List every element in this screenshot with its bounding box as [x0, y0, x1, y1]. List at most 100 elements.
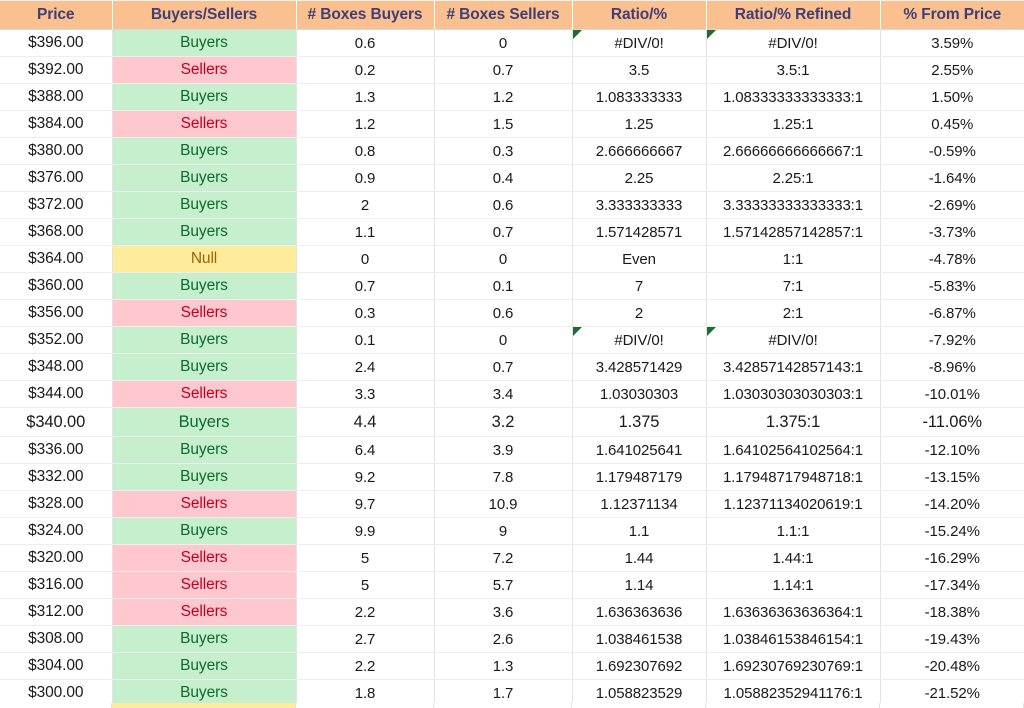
cell-ratio_refined[interactable]: 1.25:1 [706, 110, 881, 138]
cell-price[interactable]: $308.00 [0, 625, 113, 653]
cell-pct_from[interactable]: -7.92% [880, 326, 1024, 354]
cell-price[interactable]: $348.00 [0, 353, 113, 381]
cell-signal[interactable]: Null [112, 245, 297, 273]
table-row[interactable]: $328.00 Sellers 9.7 10.9 1.12371134 1.1237113… [0, 490, 1024, 518]
cell-pct_from[interactable]: -17.34% [880, 571, 1024, 599]
cell-price[interactable]: $328.00 [0, 490, 113, 518]
cell-boxes_sellers[interactable]: 0.6 [434, 191, 573, 219]
table-row[interactable]: $332.00 Buyers 9.2 7.8 1.179487179 1.17948717… [0, 463, 1024, 491]
cell-signal[interactable]: Sellers [112, 571, 297, 599]
cell-ratio[interactable]: 1.44 [572, 544, 707, 572]
cell-ratio[interactable]: 3.5 [572, 56, 707, 84]
table-row[interactable]: $336.00 Buyers 6.4 3.9 1.641025641 1.64102564… [0, 436, 1024, 464]
table-row[interactable]: $308.00 Buyers 2.7 2.6 1.038461538 1.03846153… [0, 625, 1024, 653]
cell-ratio[interactable]: 1.038461538 [572, 625, 707, 653]
cell-pct_from[interactable]: -5.83% [880, 272, 1024, 300]
cell-ratio_refined[interactable]: 2.66666666666667:1 [706, 137, 881, 165]
cell-boxes_sellers[interactable]: 3.6 [434, 598, 573, 626]
cell-signal[interactable]: Buyers [112, 137, 297, 165]
cell-ratio[interactable]: 1.03030303 [572, 380, 707, 408]
cell-ratio_refined[interactable]: 2.25:1 [706, 164, 881, 192]
cell-ratio[interactable]: #DIV/0! [572, 326, 707, 354]
cell-ratio[interactable]: 2 [572, 299, 707, 327]
cell-signal[interactable]: Sellers [112, 490, 297, 518]
cell-price[interactable]: $324.00 [0, 517, 113, 545]
cell-pct_from[interactable]: -13.15% [880, 463, 1024, 491]
cell-signal[interactable]: Buyers [112, 463, 297, 491]
cell-price[interactable]: $380.00 [0, 137, 113, 165]
cell-pct_from[interactable]: 3.59% [880, 29, 1024, 57]
cell-ratio_refined[interactable]: #DIV/0! [706, 326, 881, 354]
cell-boxes_sellers[interactable]: 0.4 [434, 164, 573, 192]
cell-ratio[interactable]: 7 [572, 272, 707, 300]
cell-ratio[interactable]: 1.179487179 [572, 463, 707, 491]
cell-price[interactable]: $376.00 [0, 164, 113, 192]
cell-signal[interactable]: Sellers [112, 598, 297, 626]
table-row[interactable]: $304.00 Buyers 2.2 1.3 1.692307692 1.69230769… [0, 652, 1024, 680]
cell-boxes_buyers[interactable]: 1.3 [296, 83, 435, 111]
cell-ratio[interactable]: 2.666666667 [572, 137, 707, 165]
cell-price[interactable]: $364.00 [0, 245, 113, 273]
table-row[interactable]: $312.00 Sellers 2.2 3.6 1.636363636 1.6363636… [0, 598, 1024, 626]
cell-boxes_buyers[interactable]: 0.6 [296, 29, 435, 57]
cell-boxes_sellers[interactable]: 5.7 [434, 571, 573, 599]
cell-signal[interactable]: Buyers [112, 517, 297, 545]
cell-ratio_refined[interactable]: 3.5:1 [706, 56, 881, 84]
cell-boxes_sellers[interactable]: 0.7 [434, 353, 573, 381]
cell-pct_from[interactable]: -20.48% [880, 652, 1024, 680]
cell-boxes_sellers[interactable]: 3.4 [434, 380, 573, 408]
cell-price[interactable]: $352.00 [0, 326, 113, 354]
table-row[interactable]: $364.00 Null 0 0 Even 1:1 -4.78% [0, 245, 1024, 273]
cell-pct_from[interactable]: -15.24% [880, 517, 1024, 545]
cell-boxes_buyers[interactable]: 0.2 [296, 56, 435, 84]
cell-boxes_sellers[interactable]: 0.7 [434, 218, 573, 246]
cell-ratio[interactable]: 3.333333333 [572, 191, 707, 219]
cell-ratio[interactable]: 1.641025641 [572, 436, 707, 464]
cell-boxes_sellers[interactable]: 0 [434, 326, 573, 354]
column-header-boxes_sellers[interactable]: # Boxes Sellers [434, 0, 573, 30]
cell-boxes_sellers[interactable]: 1.2 [434, 83, 573, 111]
cell-boxes_sellers[interactable]: 7.2 [434, 544, 573, 572]
cell-pct_from[interactable]: -4.78% [880, 245, 1024, 273]
cell-boxes_sellers[interactable]: 0.3 [434, 137, 573, 165]
cell-boxes_buyers[interactable]: 3.3 [296, 380, 435, 408]
cell-pct_from[interactable]: -12.10% [880, 436, 1024, 464]
cell-ratio_refined[interactable]: 1.12371134020619:1 [706, 490, 881, 518]
column-header-signal[interactable]: Buyers/Sellers [112, 0, 297, 30]
cell-price[interactable]: $336.00 [0, 436, 113, 464]
cell-ratio[interactable]: 1.571428571 [572, 218, 707, 246]
cell-boxes_sellers[interactable]: 10.9 [434, 490, 573, 518]
table-row[interactable]: $316.00 Sellers 5 5.7 1.14 1.14:1 -17.34% [0, 571, 1024, 599]
cell-boxes_sellers[interactable]: 3.9 [434, 436, 573, 464]
cell-boxes_buyers[interactable]: 9.9 [296, 517, 435, 545]
cell-boxes_buyers[interactable]: 2.7 [296, 625, 435, 653]
cell-boxes_buyers[interactable]: 1.1 [296, 218, 435, 246]
cell-boxes_sellers[interactable]: 1.3 [434, 652, 573, 680]
cell-signal[interactable]: Buyers [112, 83, 297, 111]
cell-signal[interactable]: Buyers [112, 164, 297, 192]
table-row[interactable]: $344.00 Sellers 3.3 3.4 1.03030303 1.03030303… [0, 380, 1024, 408]
cell-pct_from[interactable]: -1.64% [880, 164, 1024, 192]
cell-boxes_sellers[interactable]: 9 [434, 517, 573, 545]
cell-price[interactable]: $356.00 [0, 299, 113, 327]
cell-boxes_buyers[interactable]: 0.7 [296, 272, 435, 300]
cell-boxes_sellers[interactable]: 0.1 [434, 272, 573, 300]
cell-boxes_buyers[interactable]: 2.4 [296, 353, 435, 381]
cell-price[interactable]: $304.00 [0, 652, 113, 680]
cell-price[interactable]: $372.00 [0, 191, 113, 219]
cell-ratio_refined[interactable]: 2:1 [706, 299, 881, 327]
cell-signal[interactable]: Buyers [112, 218, 297, 246]
cell-signal[interactable]: Buyers [112, 353, 297, 381]
cell-boxes_buyers[interactable]: 0 [296, 245, 435, 273]
cell-pct_from[interactable]: 0.45% [880, 110, 1024, 138]
cell-ratio_refined[interactable]: 1.375:1 [706, 407, 881, 437]
cell-price[interactable]: $392.00 [0, 56, 113, 84]
cell-signal[interactable]: Buyers [112, 407, 297, 437]
cell-pct_from[interactable]: -11.06% [880, 407, 1024, 437]
table-row[interactable]: $384.00 Sellers 1.2 1.5 1.25 1.25:1 0.45% [0, 110, 1024, 138]
column-header-ratio[interactable]: Ratio/% [572, 0, 707, 30]
cell-ratio_refined[interactable]: 1.08333333333333:1 [706, 83, 881, 111]
cell-ratio_refined[interactable]: 1.03030303030303:1 [706, 380, 881, 408]
cell-pct_from[interactable]: -14.20% [880, 490, 1024, 518]
cell-boxes_buyers[interactable]: 4.4 [296, 407, 435, 437]
